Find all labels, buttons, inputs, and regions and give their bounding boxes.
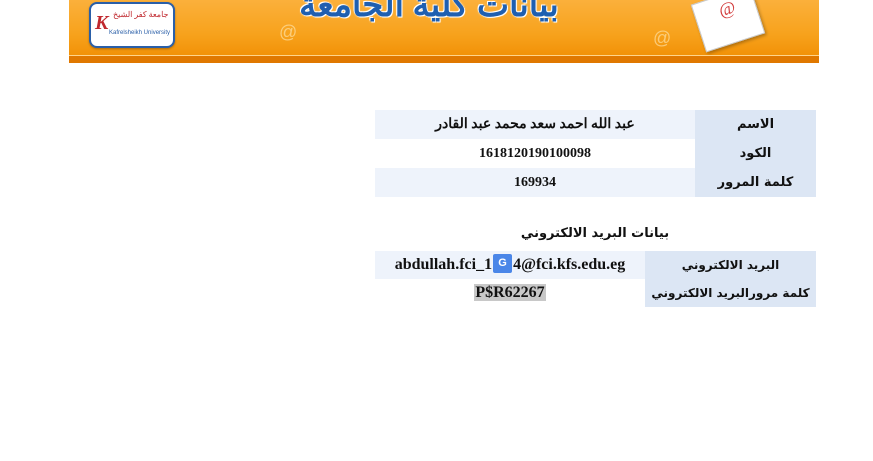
table-row: البريد الالكتروني abdullah.fci_1 G 4@fci.k… bbox=[375, 251, 816, 279]
envelope-icon: @ bbox=[690, 0, 766, 53]
name-label: الاسم bbox=[695, 110, 816, 139]
email-label: البريد الالكتروني bbox=[645, 251, 816, 279]
logo-arabic-text: جامعة كفر الشيخ bbox=[113, 10, 169, 19]
at-symbol-icon: @ bbox=[279, 22, 298, 42]
email-password-value: P$R62267 bbox=[474, 284, 546, 301]
email-info-table: البريد الالكتروني abdullah.fci_1 G 4@fci.k… bbox=[375, 251, 816, 307]
table-row: كلمة مرورالبريد الالكتروني P$R62267 bbox=[375, 279, 816, 307]
logo-english-text: Kafrelsheikh University bbox=[109, 30, 171, 36]
logo-letter: K bbox=[95, 12, 109, 34]
table-row: الاسم عبد الله احمد سعد محمد عبد القادر bbox=[375, 110, 816, 139]
table-row: كلمة المرور 169934 bbox=[375, 168, 816, 197]
name-value: عبد الله احمد سعد محمد عبد القادر bbox=[375, 110, 695, 139]
email-prefix: abdullah.fci_1 bbox=[394, 255, 493, 273]
banner-title: بيانات كلية الجامعة bbox=[299, 0, 559, 24]
email-address: abdullah.fci_1 G 4@fci.kfs.edu.eg bbox=[394, 253, 626, 273]
at-symbol-icon: @ bbox=[653, 28, 672, 48]
banner-stripe bbox=[69, 55, 819, 63]
password-value: 169934 bbox=[375, 168, 695, 197]
header-banner: K جامعة كفر الشيخ Kafrelsheikh Universit… bbox=[69, 0, 819, 63]
code-value: 1618120190100098 bbox=[375, 139, 695, 168]
email-suffix: 4@fci.kfs.edu.eg bbox=[513, 255, 626, 273]
code-label: الكود bbox=[695, 139, 816, 168]
envelope-at-mark: @ bbox=[716, 0, 739, 21]
password-label: كلمة المرور bbox=[695, 168, 816, 197]
university-logo: K جامعة كفر الشيخ Kafrelsheikh Universit… bbox=[89, 2, 175, 48]
email-password-cell: P$R62267 bbox=[375, 279, 645, 307]
personal-info-table: الاسم عبد الله احمد سعد محمد عبد القادر … bbox=[375, 110, 816, 197]
email-password-label: كلمة مرورالبريد الالكتروني bbox=[645, 279, 816, 307]
email-value: abdullah.fci_1 G 4@fci.kfs.edu.eg bbox=[375, 251, 645, 279]
email-section-heading: بيانات البريد الالكتروني bbox=[520, 226, 670, 241]
table-row: الكود 1618120190100098 bbox=[375, 139, 816, 168]
google-translate-icon[interactable]: G bbox=[493, 253, 513, 273]
